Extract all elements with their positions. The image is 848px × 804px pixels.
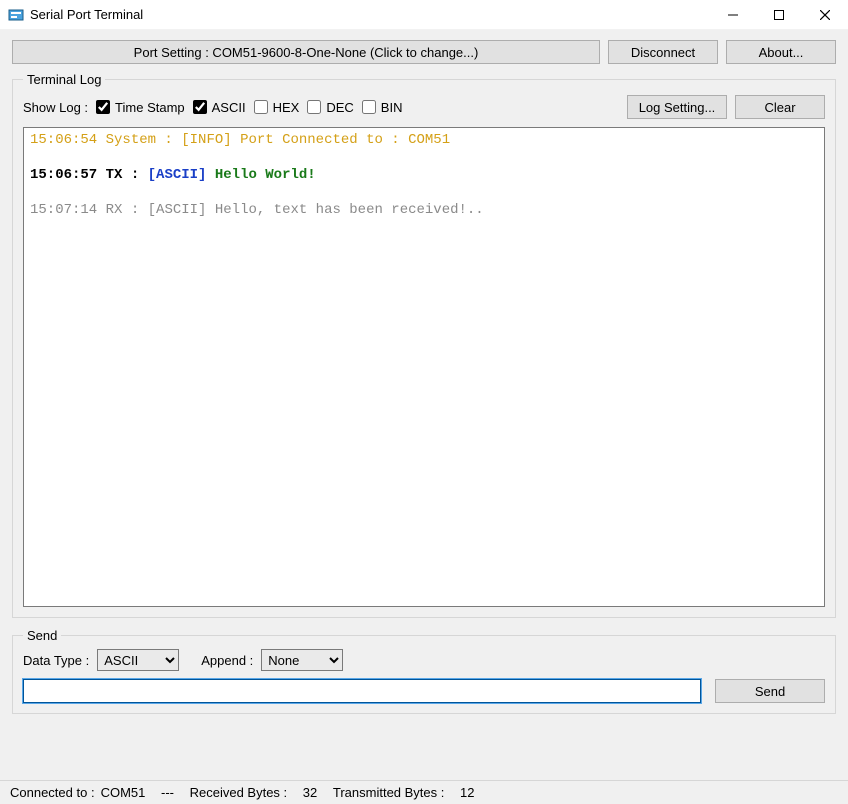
send-button[interactable]: Send xyxy=(715,679,825,703)
status-transmitted-label: Transmitted Bytes : xyxy=(333,785,445,800)
clear-button[interactable]: Clear xyxy=(735,95,825,119)
status-connected-label: Connected to : xyxy=(10,785,95,800)
status-received-value: 32 xyxy=(303,785,317,800)
ascii-checkbox-input[interactable] xyxy=(193,100,207,114)
app-icon xyxy=(8,7,24,23)
send-legend: Send xyxy=(23,628,61,643)
send-input-row: Send xyxy=(23,679,825,703)
timestamp-checkbox[interactable]: Time Stamp xyxy=(96,100,185,115)
log-output[interactable]: 15:06:54 System : [INFO] Port Connected … xyxy=(23,127,825,607)
hex-checkbox-input[interactable] xyxy=(254,100,268,114)
data-type-label: Data Type : xyxy=(23,653,89,668)
ascii-checkbox[interactable]: ASCII xyxy=(193,100,246,115)
show-log-bar: Show Log : Time Stamp ASCII HEX DEC BIN xyxy=(23,95,825,119)
hex-checkbox[interactable]: HEX xyxy=(254,100,300,115)
log-line: 15:07:14 RX : [ASCII] Hello, text has be… xyxy=(30,202,818,220)
terminal-log-legend: Terminal Log xyxy=(23,72,105,87)
bin-checkbox-label: BIN xyxy=(381,100,403,115)
dec-checkbox[interactable]: DEC xyxy=(307,100,353,115)
send-input[interactable] xyxy=(23,679,701,703)
terminal-log-group: Terminal Log Show Log : Time Stamp ASCII… xyxy=(12,72,836,618)
client-area: Port Setting : COM51-9600-8-One-None (Cl… xyxy=(0,30,848,780)
bin-checkbox-input[interactable] xyxy=(362,100,376,114)
send-group: Send Data Type : ASCII Append : None Sen… xyxy=(12,628,836,714)
dec-checkbox-label: DEC xyxy=(326,100,353,115)
log-line: 15:06:57 TX : [ASCII] Hello World! xyxy=(30,167,818,185)
window-title: Serial Port Terminal xyxy=(30,7,143,22)
log-setting-button[interactable]: Log Setting... xyxy=(627,95,727,119)
port-setting-button[interactable]: Port Setting : COM51-9600-8-One-None (Cl… xyxy=(12,40,600,64)
status-received-label: Received Bytes : xyxy=(190,785,288,800)
timestamp-checkbox-label: Time Stamp xyxy=(115,100,185,115)
about-button[interactable]: About... xyxy=(726,40,836,64)
show-log-label: Show Log : xyxy=(23,100,88,115)
close-button[interactable] xyxy=(802,0,848,30)
minimize-button[interactable] xyxy=(710,0,756,30)
data-type-select[interactable]: ASCII xyxy=(97,649,179,671)
maximize-button[interactable] xyxy=(756,0,802,30)
status-separator: --- xyxy=(161,785,174,800)
status-transmitted-value: 12 xyxy=(460,785,474,800)
disconnect-button[interactable]: Disconnect xyxy=(608,40,718,64)
send-options-row: Data Type : ASCII Append : None xyxy=(23,649,825,671)
hex-checkbox-label: HEX xyxy=(273,100,300,115)
bin-checkbox[interactable]: BIN xyxy=(362,100,403,115)
status-connected-value: COM51 xyxy=(101,785,146,800)
ascii-checkbox-label: ASCII xyxy=(212,100,246,115)
status-bar: Connected to : COM51 --- Received Bytes … xyxy=(0,780,848,804)
dec-checkbox-input[interactable] xyxy=(307,100,321,114)
top-button-row: Port Setting : COM51-9600-8-One-None (Cl… xyxy=(12,40,836,64)
append-label: Append : xyxy=(201,653,253,668)
log-line: 15:06:54 System : [INFO] Port Connected … xyxy=(30,132,818,150)
timestamp-checkbox-input[interactable] xyxy=(96,100,110,114)
title-bar: Serial Port Terminal xyxy=(0,0,848,30)
append-select[interactable]: None xyxy=(261,649,343,671)
